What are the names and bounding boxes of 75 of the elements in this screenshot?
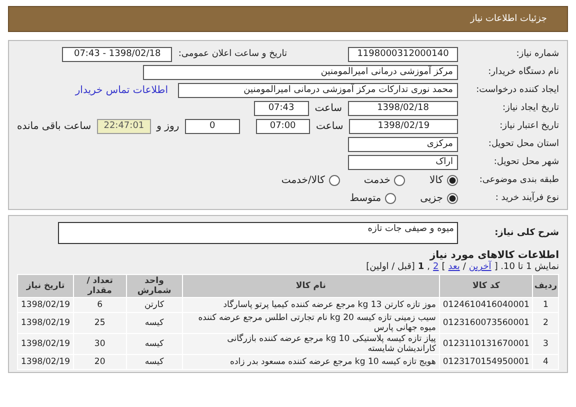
- pagination-link[interactable]: آخرین: [468, 262, 492, 272]
- province-field: مرکزی: [348, 136, 458, 152]
- remaining-label: ساعت باقی مانده: [17, 120, 92, 132]
- table-cell: 0123110131670001: [440, 334, 532, 354]
- table-cell: 1398/02/19: [18, 298, 74, 312]
- column-header: نام کالا: [182, 275, 439, 297]
- pagination-text: [قبل / اولین]: [366, 262, 415, 272]
- category-radio[interactable]: کالا/خدمت: [281, 174, 340, 186]
- section-title: اطلاعات کالاهای مورد نیاز: [428, 250, 559, 261]
- table-cell: سیب زمینی تازه کیسه 20 kg نام تجارتی اطلس مرجع عرضه کننده میوه جهانی پارس: [182, 313, 439, 333]
- description-field: میوه و صیفی جات تازه: [58, 222, 458, 244]
- table-cell: پیاز تازه کیسه پلاستیکی 10 kg مرجع عرضه کننده بازرگانی کاراندیشان شایسته: [182, 334, 439, 354]
- table-cell: 30: [74, 334, 126, 354]
- table-cell: 20: [74, 355, 126, 369]
- process-radio[interactable]: متوسط: [350, 192, 396, 204]
- table-cell: 4: [533, 355, 558, 369]
- field-label: شماره نیاز:: [515, 49, 559, 59]
- field-label: تاریخ اعتبار نیاز:: [498, 121, 559, 131]
- field-label: ایجاد کننده درخواست:: [475, 85, 559, 95]
- field-label: استان محل تحویل:: [487, 139, 559, 149]
- need-number-field: 1198000312000140: [348, 46, 458, 62]
- current-page: 1: [418, 262, 424, 272]
- column-header: ردیف: [533, 275, 558, 297]
- validity-time-field: 07:00: [256, 118, 310, 134]
- table-cell: کیسه: [126, 334, 182, 354]
- time-label: ساعت: [314, 102, 342, 114]
- table-cell: کیسه: [126, 313, 182, 333]
- pagination-text: ,: [427, 262, 430, 272]
- buyer-field: مرکز آموزشی درمانی امیرالمومنین: [143, 64, 458, 80]
- city-field: اراک: [348, 154, 458, 170]
- time-label: ساعت: [316, 120, 344, 132]
- category-radio[interactable]: خدمت: [364, 174, 406, 186]
- pagination-text: نمایش 1 تا 10. [: [494, 262, 559, 272]
- table-cell: 1: [533, 298, 558, 312]
- pagination-link[interactable]: 2: [433, 262, 439, 272]
- table-cell: 3: [533, 334, 558, 354]
- field-label: شرح کلی نیاز:: [494, 228, 559, 238]
- created-date-field: 1398/02/18: [348, 100, 458, 116]
- column-header: کد کالا: [440, 275, 532, 297]
- buyer-contact-link[interactable]: اطلاعات تماس خریدار: [75, 84, 168, 96]
- pagination-text: ]: [442, 262, 446, 272]
- table-cell: 0123170154950001: [440, 355, 532, 369]
- validity-date-field: 1398/02/19: [349, 118, 458, 134]
- table-cell: 6: [74, 298, 126, 312]
- creator-field: محمد نوری تدارکات مرکز آموزشی درمانی امیرالمومنین: [178, 82, 458, 98]
- table-cell: کارتن: [126, 298, 182, 312]
- pagination-link[interactable]: بعد: [448, 262, 460, 272]
- table-cell: موز تازه کارتن 13 kg مرجع عرضه کننده کیمیا پرتو پاسارگاد: [182, 298, 439, 312]
- field-label: تاریخ ایجاد نیاز:: [501, 103, 559, 113]
- table-cell: 0124610416040001: [440, 298, 532, 312]
- table-cell: 1398/02/19: [18, 313, 74, 333]
- table-cell: 1398/02/19: [18, 334, 74, 354]
- table-cell: کیسه: [126, 355, 182, 369]
- field-label: نوع فرآیند خرید :: [494, 193, 559, 203]
- process-radio[interactable]: جزیی: [420, 192, 458, 204]
- created-time-field: 07:43: [254, 100, 309, 116]
- remaining-time-field: 22:47:01: [97, 118, 151, 134]
- table-cell: 1398/02/19: [18, 355, 74, 369]
- table-cell: هویج تازه کیسه 10 kg مرجع عرضه کننده مسعود بدر زاده: [182, 355, 439, 369]
- column-header: تعداد / مقدار: [74, 275, 126, 297]
- announce-date-field: 1398/02/18 - 07:43: [62, 46, 172, 62]
- header-title: جزئیات اطلاعات نیاز: [470, 14, 547, 24]
- table-cell: 0123160073560001: [440, 313, 532, 333]
- category-radio[interactable]: کالا: [429, 174, 458, 186]
- days-label: روز و: [156, 120, 180, 132]
- field-label: شهر محل تحویل:: [492, 157, 559, 167]
- table-cell: 2: [533, 313, 558, 333]
- field-label: نام دستگاه خریدار:: [487, 67, 559, 77]
- days-field: 0: [185, 118, 240, 134]
- column-header: واحد شمارش: [126, 275, 182, 297]
- table-cell: 25: [74, 313, 126, 333]
- column-header: تاریخ نیاز: [18, 275, 74, 297]
- field-label: تاریخ و ساعت اعلان عمومی:: [178, 49, 287, 59]
- field-label: طبقه بندی موضوعی:: [478, 175, 559, 185]
- pagination-text: /: [462, 262, 466, 272]
